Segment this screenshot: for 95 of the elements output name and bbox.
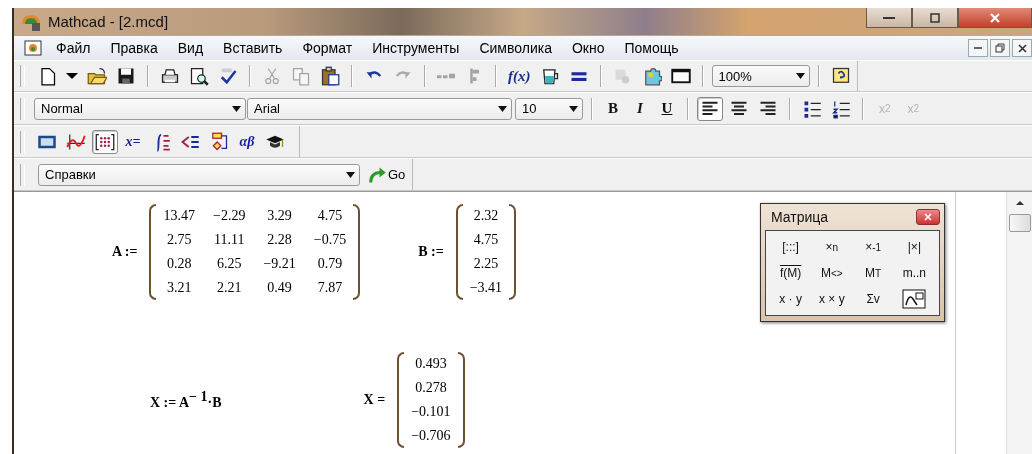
matrix-entry: −9.21 — [262, 255, 297, 273]
scroll-thumb[interactable] — [1008, 214, 1031, 232]
menu-item[interactable]: Вставить — [213, 40, 293, 56]
math-label: A := — [112, 244, 138, 260]
page-magnifier-icon — [189, 66, 209, 86]
close-button[interactable] — [916, 209, 940, 225]
matrix-entry: −0.706 — [410, 427, 452, 445]
matrix-icon — [95, 131, 115, 152]
palette-button[interactable]: x × y — [811, 287, 853, 311]
matrix-entry: 13.47 — [162, 207, 196, 225]
minimize-icon — [974, 47, 982, 49]
restore-button[interactable] — [990, 39, 1010, 57]
matrix-entry: 6.25 — [215, 255, 243, 273]
spell-check-icon — [218, 66, 238, 86]
matrix-entry: −0.101 — [410, 403, 452, 421]
open-folder-icon — [87, 66, 107, 86]
function-button[interactable]: f(x) — [505, 64, 534, 88]
matrix-entry: 0.79 — [316, 255, 344, 273]
minimize-button[interactable] — [866, 8, 912, 28]
matrix-entry: 3.21 — [166, 279, 193, 297]
minimize-button[interactable] — [968, 39, 988, 57]
matrix-entry: −0.75 — [312, 231, 348, 249]
maximize-button[interactable] — [912, 8, 958, 28]
matrix-entry: 3.29 — [266, 207, 293, 225]
matrix-entry: 0.28 — [166, 255, 193, 273]
menu-item[interactable]: Вид — [167, 40, 214, 56]
toolbar-button[interactable]: αβ — [235, 129, 259, 154]
dropdown[interactable]: 10 — [515, 97, 583, 120]
menu-item[interactable]: Инструменты — [362, 40, 470, 56]
dropdown[interactable]: 100% — [711, 65, 810, 87]
matrix-entry: 0.278 — [414, 379, 448, 397]
close-icon — [990, 12, 1000, 23]
caret-icon — [498, 105, 507, 112]
menu-item[interactable]: Окно — [561, 40, 615, 56]
matrix-entry: 0.493 — [414, 355, 448, 373]
menu-item[interactable]: Правка — [100, 40, 168, 56]
copy-icon — [291, 66, 311, 86]
matrix-entry: −3.41 — [468, 279, 504, 297]
table-icon — [670, 66, 691, 86]
bold-button[interactable]: B — [601, 96, 625, 121]
palette-title: Матрица — [771, 209, 829, 225]
matrix-entry: 2.25 — [472, 255, 500, 273]
matrix-entry: −2.29 — [212, 207, 247, 225]
caret-icon — [346, 171, 355, 178]
toolbar-button[interactable] — [697, 96, 723, 121]
close-icon — [1017, 43, 1027, 53]
menu-item[interactable]: Файл — [46, 40, 101, 56]
palette-button[interactable]: m..n — [893, 261, 935, 285]
save-icon — [116, 66, 136, 86]
menu-item[interactable]: Символика — [469, 40, 562, 56]
matrix-entry: 2.21 — [215, 279, 243, 297]
dropdown[interactable]: Arial — [247, 97, 512, 120]
flowchart-icon — [209, 131, 229, 152]
close-button[interactable] — [1012, 39, 1032, 57]
matrix-entry: 0.49 — [266, 279, 293, 297]
toolbar-button[interactable]: x= — [121, 129, 145, 154]
palette-button[interactable]: [:::] — [770, 235, 812, 259]
close-button[interactable] — [958, 8, 1032, 28]
printer-icon — [160, 66, 180, 86]
document-icon[interactable] — [24, 40, 42, 56]
dropdown[interactable]: Справки — [38, 163, 360, 186]
maximize-icon — [930, 12, 940, 23]
matrix-entry: 7.87 — [316, 279, 344, 297]
window-title: Mathcad - [2.mcd] — [48, 13, 169, 30]
italic-button[interactable]: I — [628, 96, 652, 121]
clipboard-icon — [320, 66, 340, 86]
matrix-entry: 2.28 — [266, 231, 293, 249]
caret-icon — [795, 73, 805, 79]
menu-item[interactable]: Помощь — [614, 40, 689, 56]
matrix-entry: 2.75 — [166, 231, 193, 249]
help-icon — [830, 66, 851, 86]
palette-button[interactable]: |×| — [893, 235, 935, 259]
align-across-icon — [437, 73, 455, 79]
caret-icon — [569, 105, 578, 112]
dropdown[interactable]: Normal — [34, 97, 246, 120]
underline-button[interactable]: U — [655, 96, 679, 121]
caret-icon — [232, 105, 241, 112]
math-label: X = — [363, 392, 386, 408]
matrix-entry: 4.75 — [472, 231, 500, 249]
close-icon — [923, 213, 933, 221]
palette-button[interactable]: Σv — [852, 287, 894, 311]
menu-item[interactable]: Формат — [292, 40, 363, 56]
matrix-entry: 11.11 — [212, 231, 246, 249]
scissors-icon — [262, 66, 282, 86]
scroll-bar[interactable] — [1006, 192, 1032, 454]
chart-icon — [902, 289, 927, 309]
restore-icon — [995, 43, 1005, 53]
toolbar-button[interactable] — [92, 129, 118, 154]
matrix-entry: 2.32 — [472, 207, 500, 225]
matrix-entry: 4.75 — [316, 207, 344, 225]
palette-button[interactable]: f(M) — [770, 261, 812, 285]
palette-button[interactable]: x · y — [770, 287, 812, 311]
go-button[interactable]: Go — [363, 164, 410, 185]
minimize-icon — [883, 16, 895, 19]
math-label: B := — [418, 244, 444, 260]
